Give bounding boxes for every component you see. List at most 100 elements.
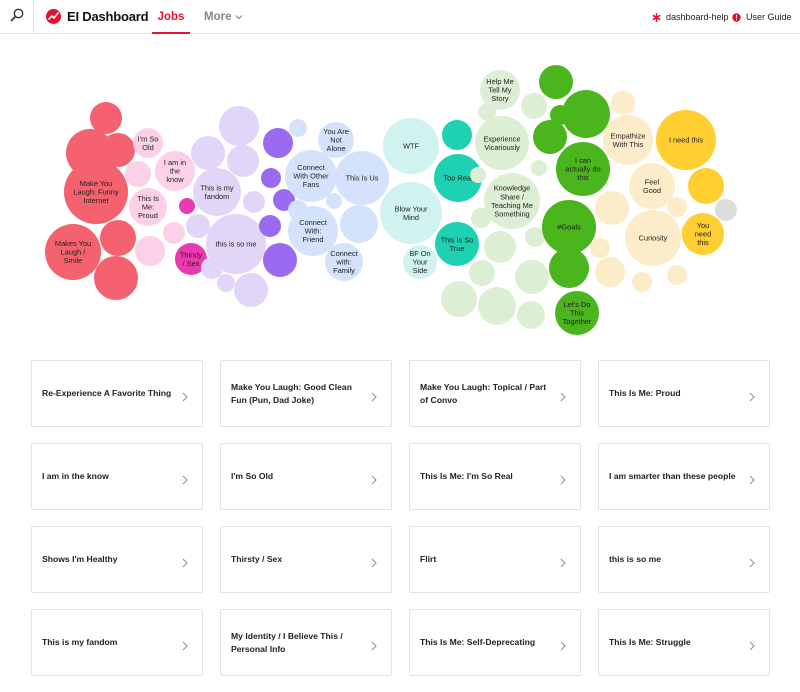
job-bubble-unlabeled[interactable] [595,191,629,225]
job-bubble-unlabeled[interactable] [135,236,165,266]
job-bubble-unlabeled[interactable] [94,256,138,300]
job-bubble[interactable]: I need this [656,110,716,170]
job-card[interactable]: Flirt [409,526,581,593]
job-bubble-unlabeled[interactable] [90,102,122,134]
job-bubble-unlabeled[interactable] [263,243,297,277]
job-bubble-unlabeled[interactable] [478,103,496,121]
job-bubble[interactable]: I'm SoOld [133,128,163,158]
job-bubble[interactable]: This is myfandom [193,168,241,216]
job-bubble[interactable]: Make YouLaugh: FunnyInternet [64,160,128,224]
job-bubble[interactable]: #Goals [542,200,596,254]
job-bubble-unlabeled[interactable] [531,160,547,176]
bubble-label: Family [333,266,355,275]
job-bubble[interactable]: Connectwith:Family [325,243,363,281]
search-button[interactable] [0,0,34,34]
job-card[interactable]: this is so me [598,526,770,593]
job-bubble-unlabeled[interactable] [234,273,268,307]
job-bubble-unlabeled[interactable] [289,119,307,137]
job-bubble[interactable]: Youneedthis [682,213,724,255]
job-card[interactable]: I am smarter than these people [598,443,770,510]
job-bubble[interactable]: I am intheknow [155,151,195,191]
job-bubble-unlabeled[interactable] [478,287,516,325]
help-asterisk-icon [652,12,661,22]
job-bubble-unlabeled[interactable] [549,248,589,288]
job-bubble-unlabeled[interactable] [191,136,225,170]
job-bubble-unlabeled[interactable] [517,301,545,329]
bubble-circle [562,90,610,138]
job-bubble[interactable]: You AreNotAlone [318,122,354,158]
job-bubble-unlabeled[interactable] [471,208,491,228]
job-bubble-unlabeled[interactable] [326,193,342,209]
job-bubble-unlabeled[interactable] [125,161,151,187]
job-bubble[interactable]: This Is Us [335,151,389,205]
job-bubble[interactable]: ConnectWith OtherFans [285,150,337,202]
job-bubble[interactable]: KnowledgeShare /Teaching MeSomething [484,173,540,229]
job-bubble-unlabeled[interactable] [715,199,737,221]
job-bubble-unlabeled[interactable] [533,120,567,154]
job-bubble-unlabeled[interactable] [521,93,547,119]
job-bubble-unlabeled[interactable] [667,265,687,285]
job-bubble-unlabeled[interactable] [163,222,185,244]
job-bubble-unlabeled[interactable] [263,128,293,158]
app-logo[interactable]: EI Dashboard [46,9,149,24]
job-bubble-unlabeled[interactable] [259,215,281,237]
job-bubble-unlabeled[interactable] [441,281,477,317]
job-bubble[interactable]: FeelGood [629,163,675,209]
bubble-label: this is so me [215,240,256,249]
job-bubble-unlabeled[interactable] [539,65,573,99]
job-bubble-unlabeled[interactable] [515,260,549,294]
job-card[interactable]: I am in the know [31,443,203,510]
job-bubble-unlabeled[interactable] [217,274,235,292]
job-card[interactable]: Make You Laugh: Topical / Part of Convo [409,360,581,427]
job-bubble-unlabeled[interactable] [340,205,378,243]
job-card[interactable]: This Is Me: Proud [598,360,770,427]
job-bubble[interactable]: WTF [383,118,439,174]
dashboard-help-link[interactable]: dashboard-help [652,0,729,34]
job-bubble-unlabeled[interactable] [611,91,635,115]
job-bubble-unlabeled[interactable] [667,197,687,217]
job-card[interactable]: This Is Me: I'm So Real [409,443,581,510]
job-card[interactable]: Re-Experience A Favorite Thing [31,360,203,427]
bubble-label: Side [413,266,428,275]
job-bubble[interactable]: Blow YourMind [380,182,442,244]
job-card[interactable]: This is my fandom [31,609,203,676]
job-bubble-unlabeled[interactable] [525,227,545,247]
job-card[interactable]: This Is Me: Struggle [598,609,770,676]
job-bubble-unlabeled[interactable] [595,257,625,287]
job-card[interactable]: My Identity / I Believe This / Personal … [220,609,392,676]
job-bubble[interactable]: BF OnYourSide [403,245,437,279]
job-bubble-unlabeled[interactable] [484,231,516,263]
job-bubble-unlabeled[interactable] [442,120,472,150]
job-bubble-unlabeled[interactable] [179,198,195,214]
job-bubble-unlabeled[interactable] [219,106,259,146]
job-bubble-unlabeled[interactable] [227,145,259,177]
job-bubble-unlabeled[interactable] [186,214,210,238]
job-bubble[interactable]: Curiosity [625,210,681,266]
job-bubble-unlabeled[interactable] [470,167,486,183]
job-bubble-unlabeled[interactable] [201,257,223,279]
job-bubble-unlabeled[interactable] [100,220,136,256]
job-bubble-unlabeled[interactable] [562,90,610,138]
job-bubble[interactable]: This Is SoTrue [435,222,479,266]
job-bubble-unlabeled[interactable] [688,168,724,204]
job-bubble[interactable]: ExperienceVicariously [475,116,529,170]
job-bubble[interactable]: Makes YouLaugh /Smile [45,224,101,280]
tab-more[interactable]: More [204,0,243,34]
job-bubble-unlabeled[interactable] [261,168,281,188]
job-card[interactable]: I'm So Old [220,443,392,510]
job-bubble-unlabeled[interactable] [243,191,265,213]
job-card[interactable]: Make You Laugh: Good Clean Fun (Pun, Dad… [220,360,392,427]
job-bubble[interactable]: EmpathizeWith This [603,115,653,165]
job-bubble[interactable]: This IsMe:Proud [129,188,167,226]
job-bubble-unlabeled[interactable] [632,272,652,292]
job-card[interactable]: This Is Me: Self-Deprecating [409,609,581,676]
job-bubble[interactable]: Let's DoThisTogether [555,291,599,335]
job-card[interactable]: Thirsty / Sex [220,526,392,593]
job-card[interactable]: Shows I'm Healthy [31,526,203,593]
job-bubble-unlabeled[interactable] [469,260,495,286]
job-bubble[interactable]: I canactually dothis [556,142,610,196]
job-bubble-unlabeled[interactable] [590,238,610,258]
tab-more-label: More [204,11,232,23]
user-guide-link[interactable]: User Guide [732,0,792,34]
tab-jobs[interactable]: Jobs [152,0,190,34]
